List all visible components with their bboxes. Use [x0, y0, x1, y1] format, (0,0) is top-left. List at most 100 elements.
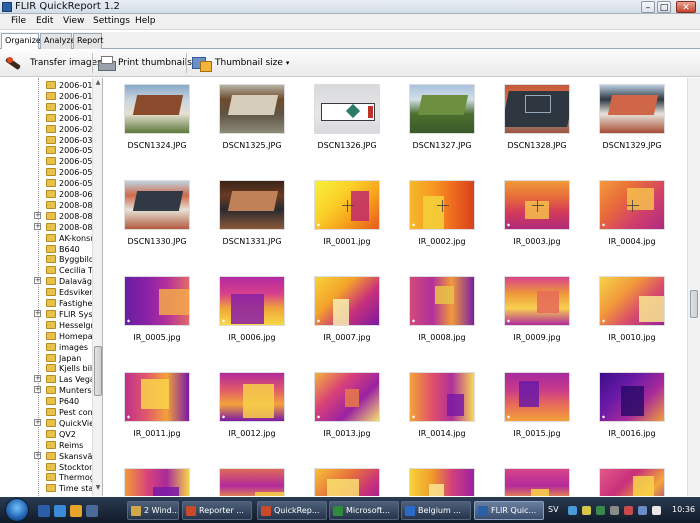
- tree-item[interactable]: + QuickView: [0, 418, 92, 429]
- tree-item[interactable]: + Munters 2: [0, 385, 92, 396]
- expand-icon[interactable]: +: [34, 418, 41, 426]
- close-button[interactable]: ✕: [676, 1, 696, 13]
- tree-item[interactable]: images: [0, 342, 92, 353]
- tree-scroll-thumb[interactable]: [94, 346, 102, 396]
- tray-volume-icon[interactable]: [610, 506, 619, 515]
- tray-security-icon[interactable]: [624, 506, 633, 515]
- browser-icon[interactable]: [70, 505, 82, 517]
- thermal-image[interactable]: ◆: [504, 276, 570, 326]
- clock[interactable]: 10:36: [672, 505, 695, 514]
- taskbar-button[interactable]: Reporter ...: [182, 501, 252, 520]
- tree-item[interactable]: Japan: [0, 353, 92, 364]
- tree-item[interactable]: Stockton: [0, 462, 92, 473]
- tree-scroll-up-icon[interactable]: ▲: [94, 79, 102, 88]
- tab-organize[interactable]: Organize: [1, 33, 41, 50]
- tree-item[interactable]: QV2: [0, 429, 92, 440]
- tray-help-icon[interactable]: [568, 506, 577, 515]
- transfer-images-button[interactable]: Transfer images: [5, 53, 102, 73]
- menu-edit[interactable]: Edit: [36, 16, 53, 26]
- thermal-image[interactable]: ◆: [124, 372, 190, 422]
- tree-item[interactable]: 2006-03-1: [0, 135, 92, 146]
- thermal-image[interactable]: ◆: [124, 276, 190, 326]
- language-indicator[interactable]: SV: [548, 505, 559, 514]
- tree-item[interactable]: 2006-01-2: [0, 102, 92, 113]
- thumbnail-scrollbar[interactable]: [687, 78, 700, 496]
- taskbar-button[interactable]: Microsoft...: [329, 501, 399, 520]
- menu-view[interactable]: View: [63, 16, 84, 26]
- photo-image[interactable]: [219, 84, 285, 134]
- thumbnail-scroll-thumb[interactable]: [690, 290, 698, 318]
- menu-settings[interactable]: Settings: [93, 16, 130, 26]
- tree-item[interactable]: AK-konsu: [0, 233, 92, 244]
- taskbar-button[interactable]: Belgium ...: [401, 501, 471, 520]
- thermal-image[interactable]: ◆: [314, 372, 380, 422]
- expand-icon[interactable]: +: [34, 386, 41, 394]
- tree-item[interactable]: 2006-05-1: [0, 167, 92, 178]
- tree-item[interactable]: 2006-02-0: [0, 124, 92, 135]
- expand-icon[interactable]: +: [34, 222, 41, 230]
- folder-quicklaunch-icon[interactable]: [86, 505, 98, 517]
- photo-image[interactable]: [124, 84, 190, 134]
- taskbar-button[interactable]: 2 Wind...: [127, 501, 179, 520]
- show-desktop-icon[interactable]: [38, 505, 50, 517]
- thermal-image[interactable]: ◆: [409, 180, 475, 230]
- tree-item[interactable]: + Dalaväge: [0, 276, 92, 287]
- tree-item[interactable]: Reims: [0, 440, 92, 451]
- thermal-image[interactable]: ◆: [124, 468, 190, 496]
- tree-item[interactable]: P640: [0, 396, 92, 407]
- menu-help[interactable]: Help: [135, 16, 156, 26]
- tree-item[interactable]: Byggbilde: [0, 254, 92, 265]
- tree-item[interactable]: 2006-01-2: [0, 113, 92, 124]
- tree-item[interactable]: + FLIR Syst: [0, 309, 92, 320]
- expand-icon[interactable]: +: [34, 277, 41, 285]
- expand-icon[interactable]: +: [34, 309, 41, 317]
- photo-image[interactable]: [314, 84, 380, 134]
- tree-item[interactable]: Pest cont: [0, 407, 92, 418]
- minimize-button[interactable]: –: [641, 1, 655, 13]
- tray-monitor-icon[interactable]: [638, 506, 647, 515]
- photo-image[interactable]: [124, 180, 190, 230]
- tree-item[interactable]: Fastighets: [0, 298, 92, 309]
- thermal-image[interactable]: ◆: [314, 468, 380, 496]
- tree-item[interactable]: B640: [0, 244, 92, 255]
- tree-item[interactable]: 2008-08-0: [0, 200, 92, 211]
- thermal-image[interactable]: ◆: [599, 276, 665, 326]
- thermal-image[interactable]: ◆: [219, 276, 285, 326]
- tree-item[interactable]: +2008-08-2: [0, 211, 92, 222]
- tray-app-icon[interactable]: [596, 506, 605, 515]
- tab-analyze[interactable]: Analyze: [40, 33, 76, 49]
- tree-item[interactable]: 2006-01-(: [0, 80, 92, 91]
- photo-image[interactable]: [409, 84, 475, 134]
- photo-image[interactable]: [219, 180, 285, 230]
- thermal-image[interactable]: ◆: [219, 372, 285, 422]
- tree-scroll-down-icon[interactable]: ▼: [94, 484, 102, 493]
- print-thumbnails-button[interactable]: Print thumbnails: [97, 53, 192, 73]
- expand-icon[interactable]: +: [34, 375, 41, 383]
- thermal-image[interactable]: ◆: [219, 468, 285, 496]
- tree-item[interactable]: Time stan: [0, 483, 92, 494]
- thermal-image[interactable]: ◆: [599, 468, 665, 496]
- taskbar-button[interactable]: QuickRep...: [257, 501, 327, 520]
- thermal-image[interactable]: ◆: [409, 372, 475, 422]
- thermal-image[interactable]: ◆: [504, 372, 570, 422]
- tray-network-icon[interactable]: [582, 506, 591, 515]
- tree-item[interactable]: Kjells bilde: [0, 363, 92, 374]
- tree-scrollbar[interactable]: ▲ ▼: [92, 78, 102, 496]
- tree-item[interactable]: 2006-01-2: [0, 91, 92, 102]
- expand-icon[interactable]: +: [34, 451, 41, 459]
- start-button[interactable]: [5, 498, 29, 522]
- tree-item[interactable]: 2008-06-2: [0, 189, 92, 200]
- thermal-image[interactable]: ◆: [504, 180, 570, 230]
- tree-item[interactable]: + Skansväg: [0, 451, 92, 462]
- taskbar-button[interactable]: FLIR Quic...: [474, 501, 544, 520]
- tab-report[interactable]: Report: [73, 33, 104, 49]
- thermal-image[interactable]: ◆: [409, 468, 475, 496]
- thermal-image[interactable]: ◆: [314, 276, 380, 326]
- maximize-button[interactable]: □: [657, 1, 671, 13]
- tree-item[interactable]: Hesselgre: [0, 320, 92, 331]
- thermal-image[interactable]: ◆: [314, 180, 380, 230]
- tree-item[interactable]: Cecilia Tr: [0, 265, 92, 276]
- tree-item[interactable]: Edsviken: [0, 287, 92, 298]
- thermal-image[interactable]: ◆: [504, 468, 570, 496]
- tree-item[interactable]: Thermogr: [0, 472, 92, 483]
